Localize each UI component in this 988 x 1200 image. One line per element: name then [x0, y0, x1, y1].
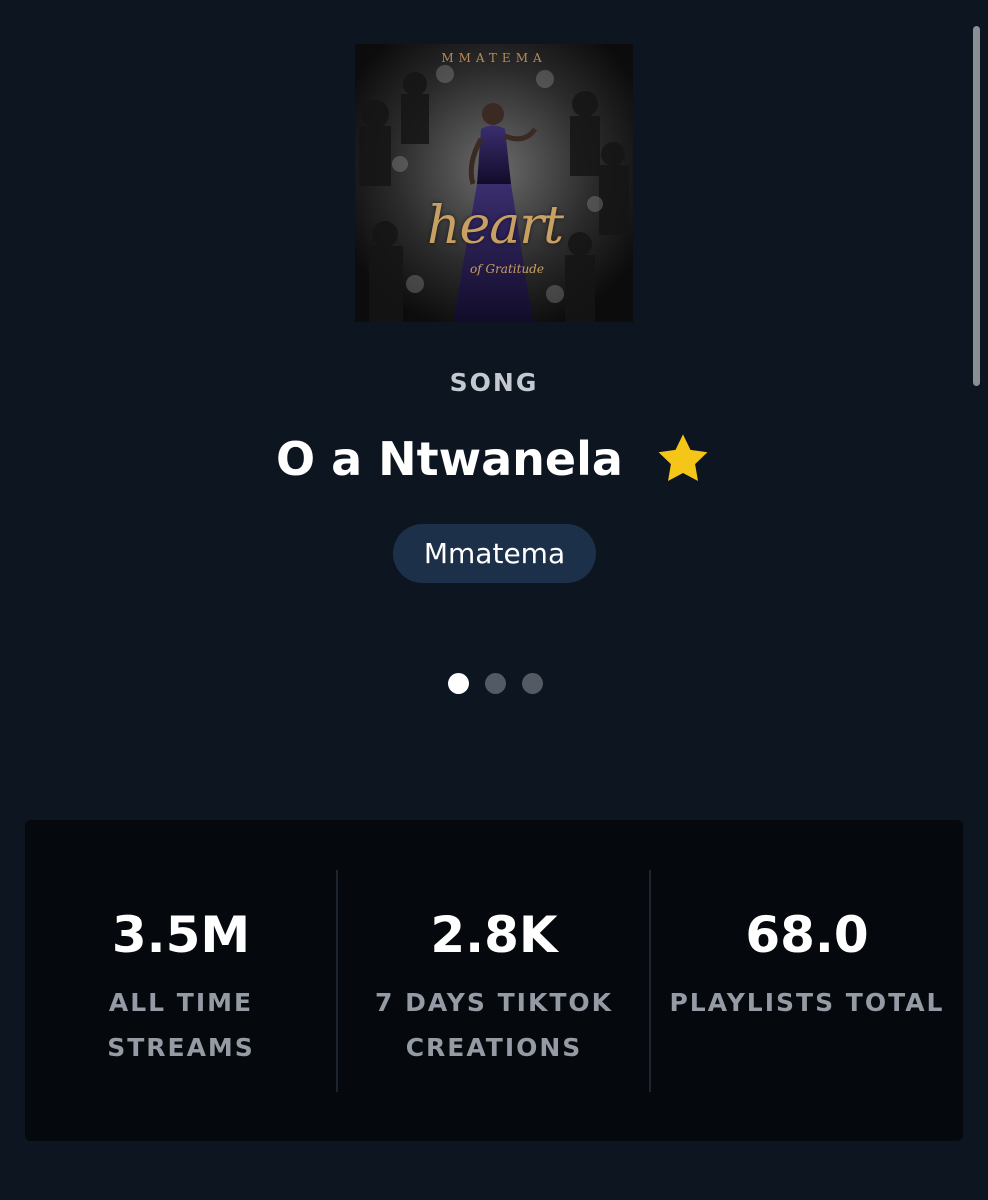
stat-value: 3.5M — [111, 906, 251, 964]
artist-chip[interactable]: Mmatema — [393, 524, 596, 583]
stat-label: 7 DAYS TIKTOK CREATIONS — [374, 988, 614, 1062]
album-cover-art — [355, 44, 633, 322]
carousel-dot-3[interactable] — [522, 673, 543, 694]
stat-value: 68.0 — [745, 906, 869, 964]
title-row: O a Ntwanela — [0, 430, 988, 488]
stat-playlists-total: 68.0 PLAYLISTS TOTAL — [651, 820, 963, 1141]
carousel-dots — [448, 673, 543, 694]
stat-label: ALL TIME STREAMS — [107, 988, 255, 1062]
carousel-dot-2[interactable] — [485, 673, 506, 694]
stat-tiktok-creations: 2.8K 7 DAYS TIKTOK CREATIONS — [338, 820, 650, 1141]
carousel-dot-1[interactable] — [448, 673, 469, 694]
song-title: O a Ntwanela — [275, 432, 623, 486]
scrollbar[interactable] — [973, 26, 980, 386]
cover-title-text: heart — [427, 196, 564, 256]
type-label: SONG — [449, 368, 539, 397]
album-cover[interactable]: MMATEMA heart of Gratitude — [355, 44, 633, 322]
song-page: MMATEMA heart of Gratitude SONG O a Ntwa… — [0, 0, 988, 1200]
stat-all-time-streams: 3.5M ALL TIME STREAMS — [25, 820, 337, 1141]
cover-subtitle-text: of Gratitude — [470, 262, 544, 276]
stats-card: 3.5M ALL TIME STREAMS 2.8K 7 DAYS TIKTOK… — [25, 820, 963, 1141]
stat-value: 2.8K — [430, 906, 558, 964]
stat-label: PLAYLISTS TOTAL — [669, 988, 945, 1017]
star-icon[interactable] — [654, 430, 712, 488]
cover-brand-text: MMATEMA — [441, 51, 547, 65]
